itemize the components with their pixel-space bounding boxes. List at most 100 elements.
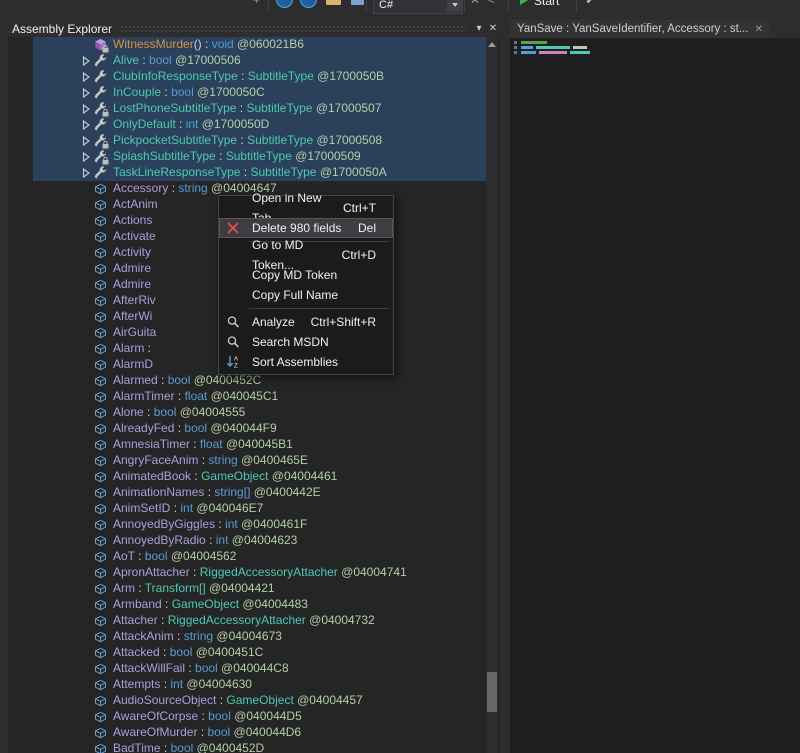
tree-item-attempts[interactable]: Attempts : int @04004630 [8,677,500,693]
start-button[interactable]: Start [534,0,559,8]
tree-item-alarmed[interactable]: Alarmed : bool @0400452C [8,373,500,389]
menu-item-shortcut: Ctrl+D [342,245,376,265]
tree-item-annoyedbyradio[interactable]: AnnoyedByRadio : int @04004623 [8,533,500,549]
expander-collapsed-icon[interactable] [82,104,91,114]
field-icon [93,374,108,388]
panel-splitter[interactable] [500,20,510,753]
menu-item-copy-full-name[interactable]: Copy Full Name [219,285,393,305]
tree-item-label: OnlyDefault : int @1700050D [113,117,269,133]
assembly-explorer-header[interactable]: Assembly Explorer ▾ ✕ [8,20,500,37]
expander-collapsed-icon[interactable] [82,72,91,82]
menu-item-copy-md-token[interactable]: Copy MD Token [219,265,393,285]
menu-item-search-msdn[interactable]: Search MSDN [219,332,393,352]
tree-item-apronattacher[interactable]: ApronAttacher : RiggedAccessoryAttacher … [8,565,500,581]
window-position-chevron-icon[interactable]: ▾ [472,23,486,34]
tree-item-attackanim[interactable]: AttackAnim : string @04004673 [8,629,500,645]
tree-item-animatedbook[interactable]: AnimatedBook : GameObject @04004461 [8,469,500,485]
tree-item-label: AoT : bool @04004562 [113,549,236,565]
add-icon[interactable]: + [253,0,260,7]
tree-item-pickpocketsubtitletype[interactable]: PickpocketSubtitleType : SubtitleType @1… [8,133,500,149]
tree-item-label: PickpocketSubtitleType : SubtitleType @1… [113,133,382,149]
tree-scrollbar[interactable] [486,37,498,753]
tree-item-animationnames[interactable]: AnimationNames : string[] @0400442E [8,485,500,501]
tree-item-alreadyfed[interactable]: AlreadyFed : bool @040044F9 [8,421,500,437]
svg-text:Z: Z [234,364,238,369]
tree-item-incouple[interactable]: InCouple : bool @1700050C [8,85,500,101]
document-tabbar: YanSave : YanSaveIdentifier, Accessory :… [510,20,800,38]
field-icon [93,662,108,676]
tree-item-attacked[interactable]: Attacked : bool @0400451C [8,645,500,661]
scroll-up-icon[interactable] [487,41,497,48]
expander-collapsed-icon[interactable] [82,168,91,178]
chevron-down-icon [452,3,458,7]
tree-item-amnesiatimer[interactable]: AmnesiaTimer : float @040045B1 [8,437,500,453]
tree-item-awareofmurder[interactable]: AwareOfMurder : bool @040044D6 [8,725,500,741]
tree-item-label: SplashSubtitleType : SubtitleType @17000… [113,149,361,165]
tree-item-tasklineresponsetype[interactable]: TaskLineResponseType : SubtitleType @170… [8,165,500,181]
tree-item-aot[interactable]: AoT : bool @04004562 [8,549,500,565]
field-icon [93,438,108,452]
tree-item-label: AttackWillFail : bool @040044C8 [113,661,289,677]
expander-collapsed-icon[interactable] [82,152,91,162]
scrollbar-thumb[interactable] [487,672,497,712]
play-icon[interactable] [520,0,530,5]
tab-close-icon[interactable]: ✕ [755,24,763,35]
tree-item-audiosourceobject[interactable]: AudioSourceObject : GameObject @04004457 [8,693,500,709]
toolbar-separator [464,0,465,12]
tree-item-witnessmurder[interactable]: WitnessMurder() : void @060021B6 [8,37,500,53]
tree-item-arm[interactable]: Arm : Transform[] @04004421 [8,581,500,597]
tree-item-label: LostPhoneSubtitleType : SubtitleType @17… [113,101,381,117]
forward-icon[interactable] [300,0,317,8]
expander-collapsed-icon[interactable] [82,136,91,146]
tree-item-splashsubtitletype[interactable]: SplashSubtitleType : SubtitleType @17000… [8,149,500,165]
expander-collapsed-icon[interactable] [82,56,91,66]
menu-item-sort-assemblies[interactable]: AZSort Assemblies [219,352,393,372]
tree-item-alone[interactable]: Alone : bool @04004555 [8,405,500,421]
tree-item-label: ClubInfoResponseType : SubtitleType @170… [113,69,384,85]
language-dropdown-button[interactable] [447,0,462,12]
expander-collapsed-icon[interactable] [82,88,91,98]
tree-item-attackwillfail[interactable]: AttackWillFail : bool @040044C8 [8,661,500,677]
field-icon [93,742,108,753]
tree-item-label: AnimSetID : int @040046E7 [113,501,263,517]
language-select[interactable]: C# [373,0,463,14]
tree-item-angryfaceanim[interactable]: AngryFaceAnim : string @0400465E [8,453,500,469]
back-icon[interactable] [276,0,293,8]
menu-separator [249,308,389,309]
main-toolbar: + C# ✕ < Start [0,0,800,14]
field-icon [93,358,108,372]
debug-settings-wrench-icon[interactable] [584,0,599,7]
save-icon[interactable] [351,0,364,5]
tree-item-badtime[interactable]: BadTime : bool @0400452D [8,741,500,753]
tree-item-alive[interactable]: Alive : bool @17000506 [8,53,500,69]
expander-collapsed-icon[interactable] [82,120,91,130]
tree-item-label: Arm : Transform[] @04004421 [113,581,275,597]
tree-item-clubinforesponsetype[interactable]: ClubInfoResponseType : SubtitleType @170… [8,69,500,85]
close-all-icon[interactable]: ✕ [470,0,480,7]
tree-item-attacher[interactable]: Attacher : RiggedAccessoryAttacher @0400… [8,613,500,629]
property-wrench-icon [93,86,108,100]
field-icon [93,230,108,244]
tree-item-annoyedbygiggles[interactable]: AnnoyedByGiggles : int @0400461F [8,517,500,533]
menu-item-analyze[interactable]: AnalyzeCtrl+Shift+R [219,312,393,332]
tree-item-label: AudioSourceObject : GameObject @04004457 [113,693,363,709]
tree-item-alarmtimer[interactable]: AlarmTimer : float @040045C1 [8,389,500,405]
property-wrench-icon [93,118,108,132]
toolbar-separator [508,0,509,12]
field-icon [93,566,108,580]
tree-item-armband[interactable]: Armband : GameObject @04004483 [8,597,500,613]
field-icon [93,502,108,516]
tree-item-lostphonesubtitletype[interactable]: LostPhoneSubtitleType : SubtitleType @17… [8,101,500,117]
chevron-left-icon[interactable]: < [488,0,495,7]
document-tab[interactable]: YanSave : YanSaveIdentifier, Accessory :… [510,20,769,38]
panel-close-icon[interactable]: ✕ [486,23,500,34]
tree-item-awareofcorpse[interactable]: AwareOfCorpse : bool @040044D5 [8,709,500,725]
svg-text:A: A [234,357,238,363]
tree-item-label: Attacher : RiggedAccessoryAttacher @0400… [113,613,375,629]
tree-item-animsetid[interactable]: AnimSetID : int @040046E7 [8,501,500,517]
menu-item-open-in-new-tab[interactable]: Open in New TabCtrl+T [219,198,393,218]
menu-item-go-to-md-token[interactable]: Go to MD Token...Ctrl+D [219,245,393,265]
open-folder-icon[interactable] [326,0,341,5]
code-view[interactable] [510,38,800,753]
tree-item-onlydefault[interactable]: OnlyDefault : int @1700050D [8,117,500,133]
